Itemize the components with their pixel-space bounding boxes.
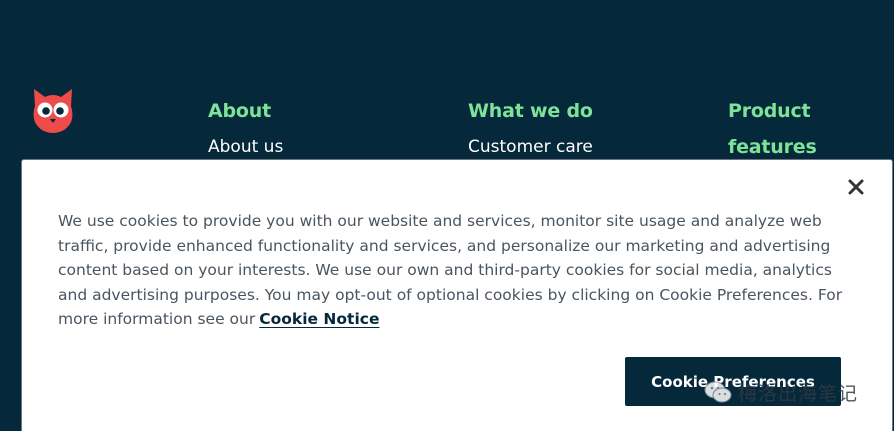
close-button[interactable] (845, 176, 867, 198)
watermark: 梅洛出海笔记 (704, 378, 858, 406)
footer-heading-about: About (208, 100, 271, 122)
footer-heading-product-features: Product features (728, 100, 817, 158)
close-icon (848, 179, 864, 195)
cookie-message: We use cookies to provide you with our w… (58, 209, 858, 332)
footer-heading-what-we-do: What we do (468, 100, 593, 122)
footer-column-about: About About us (208, 93, 283, 165)
watermark-text: 梅洛出海笔记 (738, 382, 859, 405)
cookie-message-text: We use cookies to provide you with our w… (58, 212, 843, 328)
wechat-icon (704, 381, 732, 403)
owl-logo-icon[interactable] (30, 86, 76, 134)
footer-column-what-we-do: What we do Customer care (468, 93, 593, 165)
cookie-notice-link[interactable]: Cookie Notice (259, 310, 379, 328)
footer-column-product-features: Product features (728, 93, 868, 165)
